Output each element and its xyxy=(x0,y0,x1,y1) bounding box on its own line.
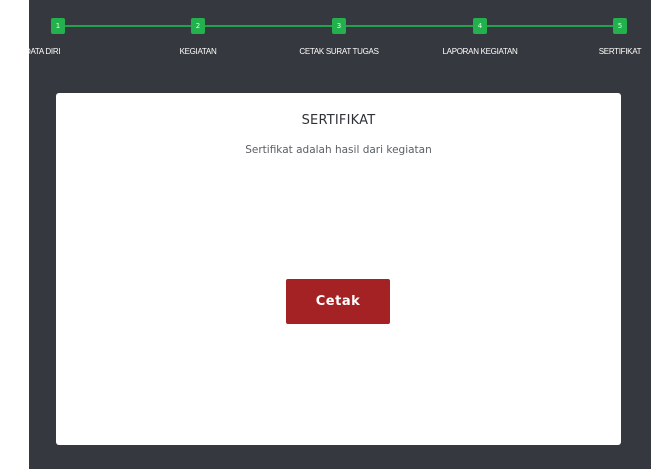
print-button[interactable]: Cetak xyxy=(286,279,390,324)
step-4-marker[interactable]: 4 xyxy=(473,18,487,34)
step-3-label: CETAK SURAT TUGAS xyxy=(299,47,379,56)
wizard-stage: 1 2 3 4 5 DATA DIRI KEGIATAN CETAK SURAT… xyxy=(25,0,651,469)
step-1-marker[interactable]: 1 xyxy=(51,18,65,34)
step-4-label: LAPORAN KEGIATAN xyxy=(442,47,518,56)
certificate-card: SERTIFIKAT Sertifikat adalah hasil dari … xyxy=(56,93,621,445)
card-title: SERTIFIKAT xyxy=(301,113,376,128)
card-subtitle: Sertifikat adalah hasil dari kegiatan xyxy=(245,144,432,156)
step-3-marker[interactable]: 3 xyxy=(332,18,346,34)
step-2-marker[interactable]: 2 xyxy=(191,18,205,34)
step-5-marker[interactable]: 5 xyxy=(613,18,627,34)
step-1-label: DATA DIRI xyxy=(25,47,61,56)
step-5-label: SERTIFIKAT xyxy=(598,47,642,56)
step-2-label: KEGIATAN xyxy=(179,47,217,56)
